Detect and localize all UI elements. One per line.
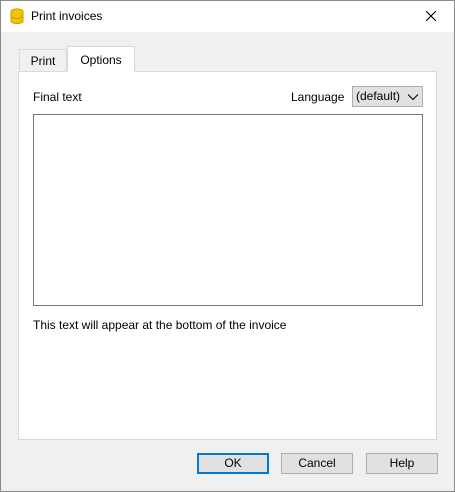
help-button[interactable]: Help [366,453,438,474]
tab-print[interactable]: Print [19,49,67,70]
options-panel: Final text Language (default) This text … [18,71,437,440]
final-text-input[interactable] [33,114,423,306]
close-button[interactable] [408,1,454,32]
ok-button[interactable]: OK [197,453,269,474]
print-invoices-dialog: Print invoices Print Options Final text … [0,0,455,492]
window-title: Print invoices [31,9,103,23]
cancel-button[interactable]: Cancel [281,453,353,474]
chevron-down-icon [407,91,419,101]
app-icon [10,8,24,25]
close-icon [425,10,437,24]
tab-options[interactable]: Options [67,46,135,72]
language-select[interactable]: (default) [352,86,423,107]
final-text-hint: This text will appear at the bottom of t… [33,318,287,332]
language-select-value: (default) [356,89,401,103]
title-bar: Print invoices [1,1,454,32]
final-text-label: Final text [33,90,82,104]
language-label: Language [291,90,345,104]
